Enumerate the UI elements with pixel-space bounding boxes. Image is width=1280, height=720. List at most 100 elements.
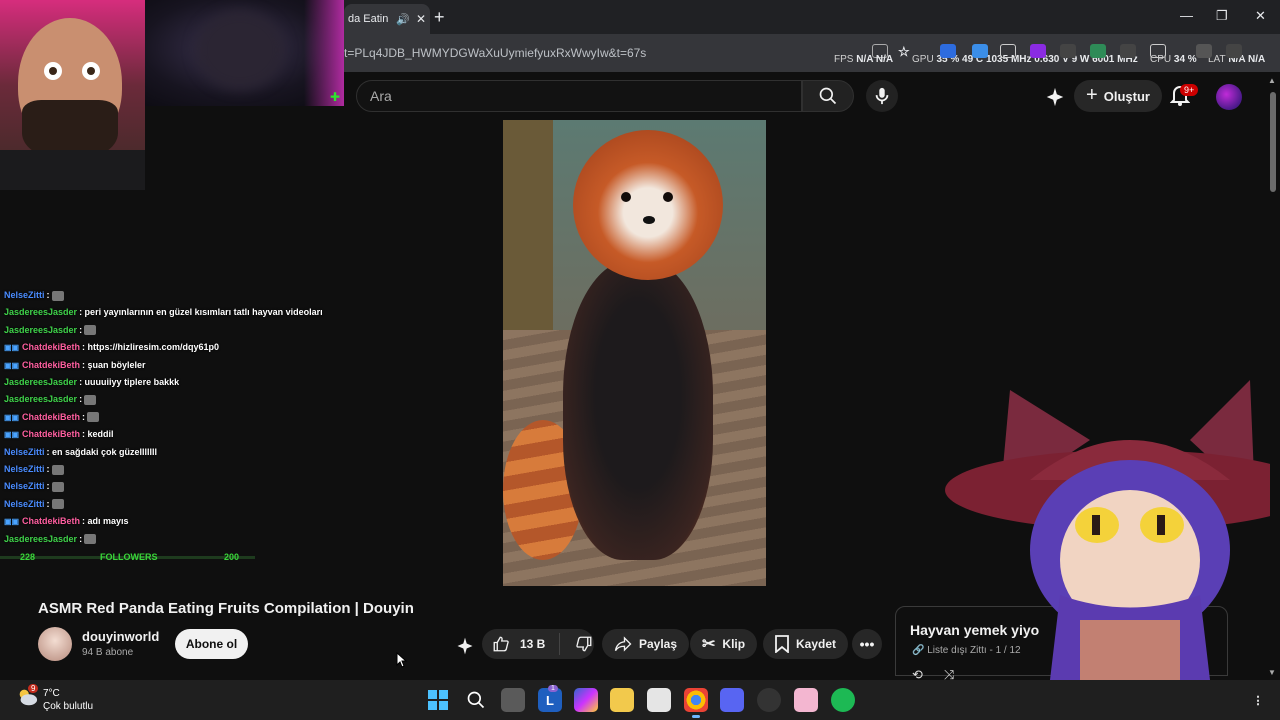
- search-button[interactable]: [802, 80, 854, 112]
- new-tab-icon[interactable]: +: [434, 7, 445, 28]
- chat-username[interactable]: JasdereesJasder: [4, 377, 77, 387]
- youtube-header: Ara + Oluştur 9+: [344, 72, 1280, 120]
- subscribe-button[interactable]: Abone ol: [175, 629, 248, 659]
- hud-fps: N/A: [856, 54, 874, 65]
- clip-label: Klip: [722, 637, 746, 651]
- scissors-icon: ✂: [702, 636, 716, 653]
- chat-text: :: [79, 324, 83, 335]
- chat-username[interactable]: ChatdekiBeth: [22, 429, 80, 439]
- copilot-icon[interactable]: [574, 688, 598, 712]
- extension-icon[interactable]: [1060, 44, 1076, 58]
- clip-button[interactable]: ✂ Klip: [690, 629, 758, 659]
- thumbs-up-icon: [493, 636, 509, 652]
- chat-text: : uuuuiiyy tiplere bakkk: [79, 377, 180, 387]
- extension-icon[interactable]: [940, 44, 956, 58]
- close-tab-icon[interactable]: ✕: [416, 12, 426, 26]
- extension-icon[interactable]: [1000, 44, 1016, 58]
- chat-username[interactable]: ChatdekiBeth: [22, 516, 80, 526]
- chat-username[interactable]: NelseZitti: [4, 499, 45, 509]
- video-title: ASMR Red Panda Eating Fruits Compilation…: [38, 600, 414, 617]
- file-explorer-icon[interactable]: [610, 688, 634, 712]
- vtuber-app-icon[interactable]: [794, 688, 818, 712]
- chat-username[interactable]: JasdereesJasder: [4, 534, 77, 544]
- save-button[interactable]: Kaydet: [763, 629, 849, 659]
- chat-message: JasdereesJasder:: [4, 324, 97, 336]
- chat-username[interactable]: NelseZitti: [4, 290, 45, 300]
- like-button[interactable]: 13 B: [482, 633, 560, 655]
- chat-username[interactable]: ChatdekiBeth: [22, 412, 80, 422]
- more-actions-button[interactable]: •••: [852, 629, 882, 659]
- thumbs-down-icon: [576, 636, 592, 652]
- scroll-down-arrow[interactable]: ▼: [1268, 668, 1276, 677]
- chat-message: NelseZitti: en sağdaki çok güzelllllll: [4, 447, 157, 457]
- channel-avatar[interactable]: [38, 627, 72, 661]
- chat-message: ▣▣ ChatdekiBeth:: [4, 412, 100, 423]
- chat-username[interactable]: ChatdekiBeth: [22, 342, 80, 352]
- video-player[interactable]: [503, 120, 766, 586]
- channel-name[interactable]: douyinworld: [82, 629, 159, 644]
- windows-start-icon[interactable]: [426, 688, 450, 712]
- discord-icon[interactable]: [720, 688, 744, 712]
- chat-text: :: [79, 394, 83, 405]
- store-icon[interactable]: [647, 688, 671, 712]
- search-input[interactable]: Ara: [356, 80, 802, 112]
- extensions-puzzle-icon[interactable]: [1150, 44, 1166, 58]
- weather-condition[interactable]: Çok bulutlu: [43, 701, 93, 712]
- minimize-icon[interactable]: —: [1180, 8, 1193, 23]
- save-label: Kaydet: [796, 637, 837, 651]
- emote-icon: [84, 325, 97, 336]
- obs-icon[interactable]: [757, 688, 781, 712]
- extension-icon[interactable]: [1030, 44, 1046, 58]
- microphone-icon: [875, 87, 889, 105]
- chat-message: ▣▣ ChatdekiBeth: keddil: [4, 429, 114, 439]
- extension-icon[interactable]: [1120, 44, 1136, 58]
- followers-current: 228: [20, 552, 36, 562]
- eye: [82, 62, 100, 80]
- red-panda-eye: [621, 192, 631, 202]
- emote-icon: [84, 534, 97, 545]
- chat-text: :: [46, 464, 50, 474]
- chat-username[interactable]: ChatdekiBeth: [22, 360, 80, 370]
- voice-search-button[interactable]: [866, 80, 898, 112]
- chat-message: JasdereesJasder:: [4, 394, 97, 406]
- extension-icon[interactable]: [1090, 44, 1106, 58]
- chat-username[interactable]: NelseZitti: [4, 464, 45, 474]
- task-view-icon[interactable]: [501, 688, 525, 712]
- share-button[interactable]: Paylaş: [602, 629, 690, 659]
- profile-icon[interactable]: [1226, 44, 1242, 58]
- sparkle-icon[interactable]: [1044, 86, 1066, 108]
- chat-username[interactable]: JasdereesJasder: [4, 325, 77, 335]
- bookmark-star-icon[interactable]: ☆: [898, 44, 910, 60]
- search-icon[interactable]: [464, 688, 488, 712]
- scroll-up-arrow[interactable]: ▲: [1268, 76, 1276, 85]
- spotify-icon[interactable]: [831, 688, 855, 712]
- chrome-icon[interactable]: [684, 688, 708, 718]
- emote-icon: [51, 482, 64, 493]
- menu-icon[interactable]: [1196, 44, 1212, 58]
- chat-username[interactable]: JasdereesJasder: [4, 307, 77, 317]
- dislike-button[interactable]: [567, 635, 593, 653]
- system-tray-icon[interactable]: ⋮: [1250, 688, 1266, 712]
- plus-icon: +: [1086, 83, 1098, 106]
- chat-username[interactable]: NelseZitti: [4, 481, 45, 491]
- chat-message: JasdereesJasder: uuuuiiyy tiplere bakkk: [4, 377, 179, 387]
- scrollbar-thumb[interactable]: [1270, 92, 1276, 192]
- account-avatar[interactable]: [1216, 84, 1242, 110]
- maximize-icon[interactable]: ❐: [1216, 8, 1228, 24]
- more-dots-icon: •••: [859, 636, 875, 652]
- temperature[interactable]: 7°C: [43, 688, 60, 699]
- like-count: 13 B: [520, 637, 546, 651]
- chat-username[interactable]: JasdereesJasder: [4, 394, 77, 404]
- window-close-icon[interactable]: ✕: [1255, 8, 1266, 24]
- vtuber-avatar: [945, 380, 1270, 680]
- sparkle-icon[interactable]: [455, 636, 475, 656]
- speaker-icon[interactable]: 🔊: [396, 13, 410, 26]
- chat-username[interactable]: NelseZitti: [4, 447, 45, 457]
- create-button[interactable]: + Oluştur: [1074, 80, 1162, 112]
- chat-message: JasdereesJasder:: [4, 534, 97, 545]
- url-text[interactable]: t=PLq4JDB_HWMYDGWaXuUymiefyuxRxWwyIw&t=6…: [344, 46, 646, 60]
- red-panda-eye: [663, 192, 673, 202]
- chat-message: ▣▣ ChatdekiBeth: adı mayıs: [4, 516, 129, 526]
- browser-tab[interactable]: da Eatin 🔊 ✕: [344, 4, 430, 34]
- extension-icon[interactable]: [972, 44, 988, 58]
